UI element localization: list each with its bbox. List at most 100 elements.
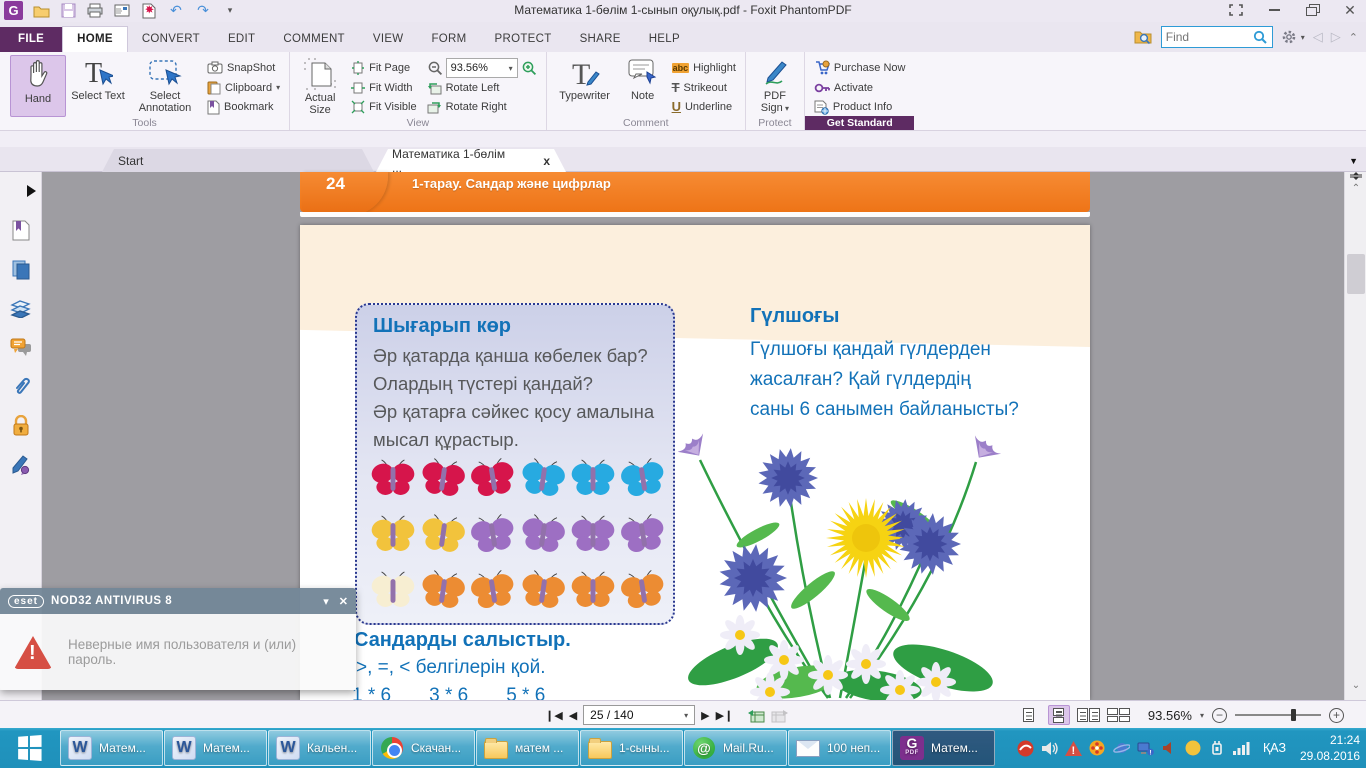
undo-icon[interactable]: ↶ — [167, 2, 185, 20]
snapshot-button[interactable]: SnapShot — [204, 59, 283, 77]
single-page-view-icon[interactable] — [1018, 705, 1040, 725]
open-icon[interactable] — [32, 2, 50, 20]
zoom-out-button[interactable]: − — [1212, 708, 1227, 723]
pages-panel-icon[interactable] — [10, 258, 32, 280]
purchase-now-button[interactable]: Purchase Now — [811, 59, 909, 77]
taskbar-button-folder[interactable]: матем ... — [476, 730, 579, 766]
facing-view-icon[interactable] — [1078, 705, 1100, 725]
start-button[interactable] — [0, 728, 58, 768]
language-indicator[interactable]: ҚАЗ — [1263, 741, 1286, 755]
select-annotation-button[interactable]: Select Annotation — [130, 55, 200, 117]
split-view-handle-icon[interactable] — [1348, 172, 1364, 183]
tray-signal-bars-icon[interactable] — [1233, 740, 1250, 757]
find-in-files-icon[interactable] — [1134, 29, 1153, 45]
typewriter-button[interactable]: T Typewriter — [553, 55, 617, 117]
tray-power-plug-icon[interactable] — [1209, 740, 1226, 757]
taskbar-button-word[interactable]: WКальен... — [268, 730, 371, 766]
status-zoom-value[interactable]: 93.56% — [1148, 708, 1192, 723]
vertical-scrollbar[interactable]: ⌃ ⌄ — [1344, 172, 1366, 700]
qat-customize-icon[interactable]: ▾ — [221, 2, 239, 20]
find-input[interactable] — [1166, 30, 1252, 44]
save-icon[interactable] — [59, 2, 77, 20]
note-button[interactable]: Note — [621, 55, 665, 117]
scroll-thumb[interactable] — [1347, 254, 1365, 294]
rotate-right-button[interactable]: Rotate Right — [424, 99, 540, 117]
minimize-button[interactable] — [1264, 2, 1284, 18]
collapse-ribbon-icon[interactable]: ⌃ — [1349, 31, 1358, 44]
fit-visible-button[interactable]: Fit Visible — [348, 98, 419, 116]
foxit-logo-icon[interactable]: G — [4, 1, 23, 20]
rotate-left-button[interactable]: Rotate Left — [424, 79, 540, 97]
tray-audio-device-icon[interactable] — [1161, 740, 1178, 757]
status-zoom-dropdown-icon[interactable]: ▾ — [1200, 711, 1204, 720]
find-previous-icon[interactable]: ◁ — [1313, 29, 1323, 45]
fit-page-button[interactable]: Fit Page — [348, 59, 419, 77]
taskbar-button-chrome[interactable]: Скачан... — [372, 730, 475, 766]
taskbar-button-mail[interactable]: 100 неп... — [788, 730, 891, 766]
taskbar-clock[interactable]: 21:24 29.08.2016 — [1300, 732, 1360, 764]
ribbon-tab-edit[interactable]: EDIT — [214, 27, 269, 52]
continuous-facing-view-icon[interactable] — [1108, 705, 1130, 725]
tray-alert-triangle-icon[interactable]: ! — [1065, 740, 1082, 757]
find-next-icon[interactable]: ▷ — [1331, 29, 1341, 45]
zoom-in-icon[interactable] — [521, 60, 537, 76]
tray-network-alert-icon[interactable]: ! — [1137, 740, 1154, 757]
layers-panel-icon[interactable] — [10, 297, 32, 319]
search-icon[interactable] — [1252, 29, 1268, 45]
zoom-out-icon[interactable] — [427, 60, 443, 76]
fullscreen-button[interactable] — [1226, 2, 1246, 18]
restore-button[interactable] — [1302, 2, 1322, 18]
ribbon-tab-protect[interactable]: PROTECT — [481, 27, 566, 52]
product-info-button[interactable]: Product Info — [811, 98, 909, 116]
previous-view-icon[interactable] — [747, 708, 765, 723]
first-page-button[interactable]: ❙◀ — [545, 709, 563, 722]
ribbon-tab-file[interactable]: FILE — [0, 27, 62, 52]
select-text-button[interactable]: T Select Text — [70, 55, 126, 117]
activate-button[interactable]: Activate — [811, 79, 909, 97]
ribbon-tab-share[interactable]: SHARE — [566, 27, 635, 52]
next-page-button[interactable]: ▶ — [701, 709, 709, 722]
last-page-button[interactable]: ▶❙ — [716, 709, 734, 722]
zoom-slider-handle[interactable] — [1291, 709, 1296, 721]
close-button[interactable]: ✕ — [1340, 2, 1360, 18]
underline-button[interactable]: U Underline — [669, 98, 739, 116]
comments-panel-icon[interactable] — [10, 336, 32, 358]
tray-volume-icon[interactable] — [1041, 740, 1058, 757]
zoom-in-button[interactable]: + — [1329, 708, 1344, 723]
taskbar-button-folder[interactable]: 1-сыны... — [580, 730, 683, 766]
ribbon-tab-view[interactable]: VIEW — [359, 27, 418, 52]
next-view-icon[interactable] — [771, 708, 789, 723]
hand-tool-button[interactable]: Hand — [10, 55, 66, 117]
ribbon-tab-comment[interactable]: COMMENT — [269, 27, 359, 52]
clipboard-button[interactable]: Clipboard ▾ — [204, 79, 283, 97]
signature-panel-icon[interactable] — [10, 453, 32, 475]
actual-size-button[interactable]: Actual Size — [296, 55, 344, 117]
security-panel-icon[interactable] — [10, 414, 32, 436]
tray-antivirus-swirl-icon[interactable] — [1017, 740, 1034, 757]
ribbon-tab-form[interactable]: FORM — [417, 27, 480, 52]
taskbar-button-mailru[interactable]: @Mail.Ru... — [684, 730, 787, 766]
taskbar-button-word[interactable]: WМатем... — [164, 730, 267, 766]
scroll-up-arrow[interactable]: ⌃ — [1348, 183, 1364, 194]
highlight-button[interactable]: abc Highlight — [669, 59, 739, 77]
ribbon-tab-home[interactable]: HOME — [62, 26, 128, 52]
tab-close-icon[interactable]: x — [543, 154, 550, 168]
panel-expand-arrow-icon[interactable] — [6, 180, 36, 202]
fit-width-button[interactable]: Fit Width — [348, 79, 419, 97]
tray-planet-icon[interactable] — [1113, 740, 1130, 757]
find-options-gear-icon[interactable]: ▾ — [1281, 29, 1305, 46]
tray-daemon-tools-icon[interactable] — [1185, 740, 1202, 757]
pdf-sign-button[interactable]: PDF Sign ▾ — [752, 55, 798, 117]
new-document-icon[interactable] — [140, 2, 158, 20]
page-indicator-box[interactable]: 25 / 140▾ — [583, 705, 695, 725]
strikeout-button[interactable]: T Strikeout — [669, 79, 739, 97]
tab-start[interactable]: Start — [102, 149, 374, 172]
continuous-view-icon[interactable] — [1048, 705, 1070, 725]
zoom-combobox[interactable]: 93.56%▾ — [446, 58, 518, 78]
tray-eset-tray-icon[interactable] — [1089, 740, 1106, 757]
tab-document[interactable]: Математика 1-бөлім ... x — [376, 149, 566, 172]
taskbar-button-word[interactable]: WМатем... — [60, 730, 163, 766]
scroll-down-arrow[interactable]: ⌄ — [1348, 680, 1364, 691]
eset-close-icon[interactable]: ✕ — [339, 595, 348, 608]
print-icon[interactable] — [86, 2, 104, 20]
